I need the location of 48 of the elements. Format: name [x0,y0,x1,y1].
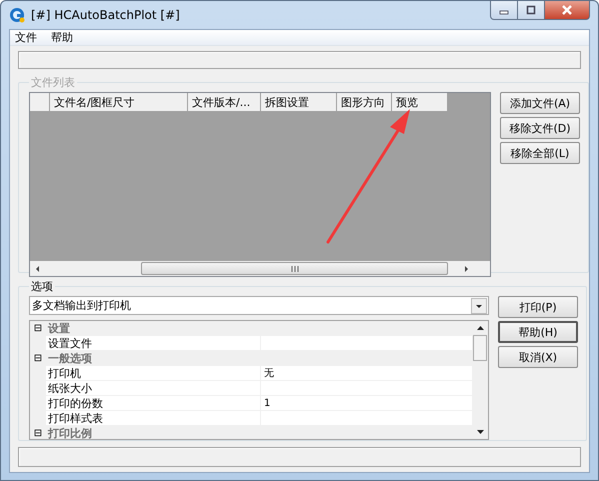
property-value[interactable]: 无 [261,366,472,380]
window-title: [#] HCAutoBatchPlot [#] [31,8,180,22]
collapse-toggle[interactable]: ⊟ [30,322,46,334]
property-name: 打印样式表 [46,411,261,425]
column-header[interactable]: 文件版本/... [188,93,261,112]
minimize-button[interactable] [490,1,518,20]
path-field[interactable] [18,51,581,69]
category-label: 一般选项 [47,350,92,366]
column-header[interactable]: 预览 [392,93,448,112]
dialog-button[interactable]: 取消(X) [498,346,578,368]
close-button[interactable] [545,1,590,20]
column-header[interactable]: 图形方向 [337,93,392,112]
dialog-button[interactable]: 帮助(H) [498,321,578,343]
category-row[interactable]: ⊟ 一般选项 [30,351,472,366]
group-title: 文件列表 [30,75,76,90]
property-name: 打印的份数 [46,396,261,410]
grip-icon [290,264,300,272]
property-name: 打印机 [46,366,261,380]
dialog-button[interactable]: 打印(P) [498,296,578,318]
menu-item[interactable]: 帮助 [51,30,73,45]
collapse-toggle[interactable]: ⊟ [30,428,46,438]
file-list[interactable]: 文件名/图框尺寸 文件版本/... 拆图设置 图形方向 预览 [29,92,491,277]
horizontal-scrollbar[interactable] [30,261,490,276]
maximize-button[interactable] [518,1,545,20]
vertical-scrollbar[interactable] [472,321,488,439]
column-header[interactable]: 拆图设置 [261,93,337,112]
property-value[interactable]: 1 [261,398,472,408]
file-button[interactable]: 移除文件(D) [500,117,580,139]
category-label: 打印比例 [46,426,92,439]
category-label: 设置 [46,321,70,336]
mode-dropdown[interactable]: 多文档输出到打印机 [29,296,489,315]
scroll-thumb[interactable] [473,335,487,361]
close-icon [561,5,573,15]
category-row[interactable]: ⊟ 设置 [30,321,472,336]
row-header [30,93,50,112]
property-name: 设置文件 [46,336,261,350]
maximize-icon [526,5,536,15]
menu-item[interactable]: 文件 [15,30,37,45]
app-icon [9,7,25,23]
group-title: 选项 [30,279,54,294]
scroll-thumb[interactable] [141,262,448,275]
property-grid[interactable]: ⊟ 设置 设置文件 ⊟ 一般选项 打印机 无 纸张大小 打印的份数 1 打印样式表 ⊟ 打印比例 [29,320,489,440]
file-button[interactable]: 添加文件(A) [500,92,580,114]
collapse-toggle[interactable]: ⊟ [30,352,46,364]
file-button[interactable]: 移除全部(L) [500,142,580,164]
property-name: 纸张大小 [46,381,261,395]
category-row[interactable]: ⊟ 打印比例 [30,426,472,439]
column-header[interactable]: 文件名/图框尺寸 [50,93,188,112]
